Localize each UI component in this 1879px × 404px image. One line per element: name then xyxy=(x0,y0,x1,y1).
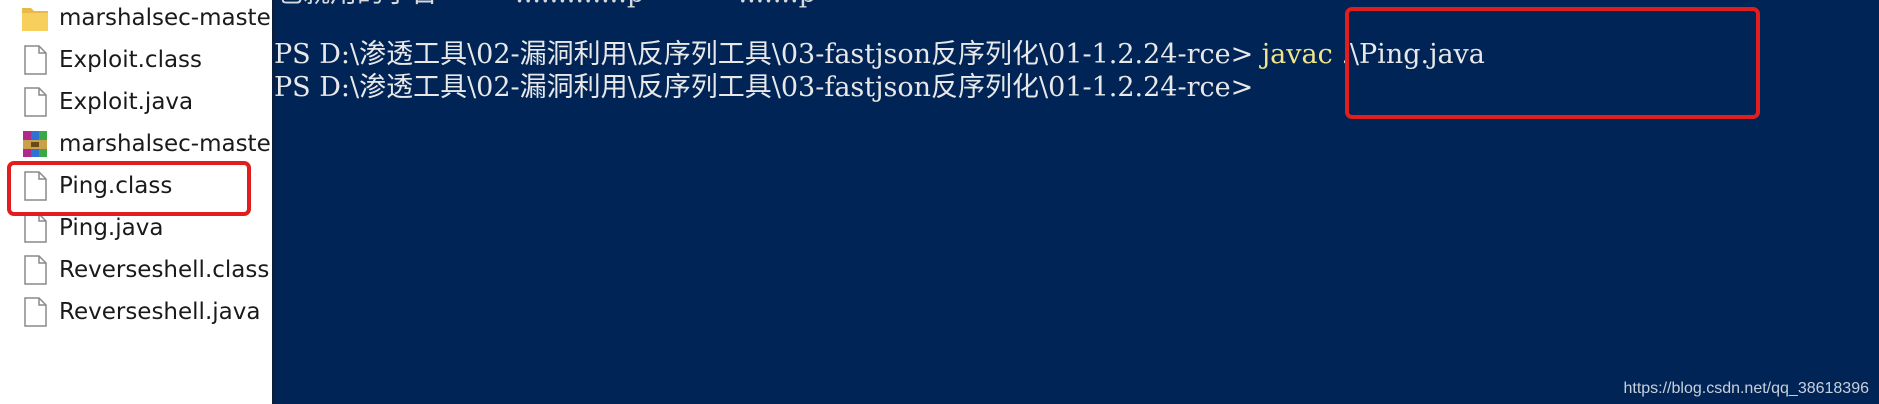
file-name: Exploit.java xyxy=(59,89,194,115)
console-border xyxy=(272,0,275,404)
list-item[interactable]: Reverseshell.class xyxy=(0,249,272,291)
console-line: PS D:\渗透工具\02-漏洞利用\反序列工具\03-fastjson反序列化… xyxy=(274,39,1485,71)
watermark-text: https://blog.csdn.net/qq_38618396 xyxy=(1623,380,1869,397)
file-icon xyxy=(24,45,47,75)
file-icon xyxy=(24,213,47,243)
folder-icon xyxy=(22,8,48,31)
list-item[interactable]: marshalsec-master xyxy=(0,123,272,165)
console-line: PS D:\渗透工具\02-漏洞利用\反序列工具\03-fastjson反序列化… xyxy=(274,72,1253,104)
file-name: marshalsec-master xyxy=(59,131,272,157)
file-name: Exploit.class xyxy=(59,47,203,73)
file-name: Reverseshell.class xyxy=(59,257,270,283)
list-item[interactable]: marshalsec-master xyxy=(0,0,272,39)
archive-icon xyxy=(23,131,47,157)
list-item[interactable]: Reverseshell.java xyxy=(0,291,272,333)
file-icon xyxy=(24,87,47,117)
list-item[interactable]: Exploit.java xyxy=(0,81,272,123)
screenshot-root: marshalsec-master Exploit.class Exploit.… xyxy=(0,0,1879,404)
console-partial-line: 也就用的小台 .............p .......p xyxy=(276,0,816,10)
highlight-box-ping-class xyxy=(7,161,251,216)
console-prompt: PS D:\渗透工具\02-漏洞利用\反序列工具\03-fastjson反序列化… xyxy=(274,72,1254,103)
file-icon xyxy=(24,297,47,327)
highlight-box-javac-command xyxy=(1345,7,1760,119)
file-name: Reverseshell.java xyxy=(59,299,261,325)
console-prompt: PS D:\渗透工具\02-漏洞利用\反序列工具\03-fastjson反序列化… xyxy=(274,39,1262,70)
file-icon xyxy=(24,255,47,285)
console-command: javac xyxy=(1261,39,1333,70)
file-name: marshalsec-master xyxy=(59,5,272,31)
list-item[interactable]: Exploit.class xyxy=(0,39,272,81)
